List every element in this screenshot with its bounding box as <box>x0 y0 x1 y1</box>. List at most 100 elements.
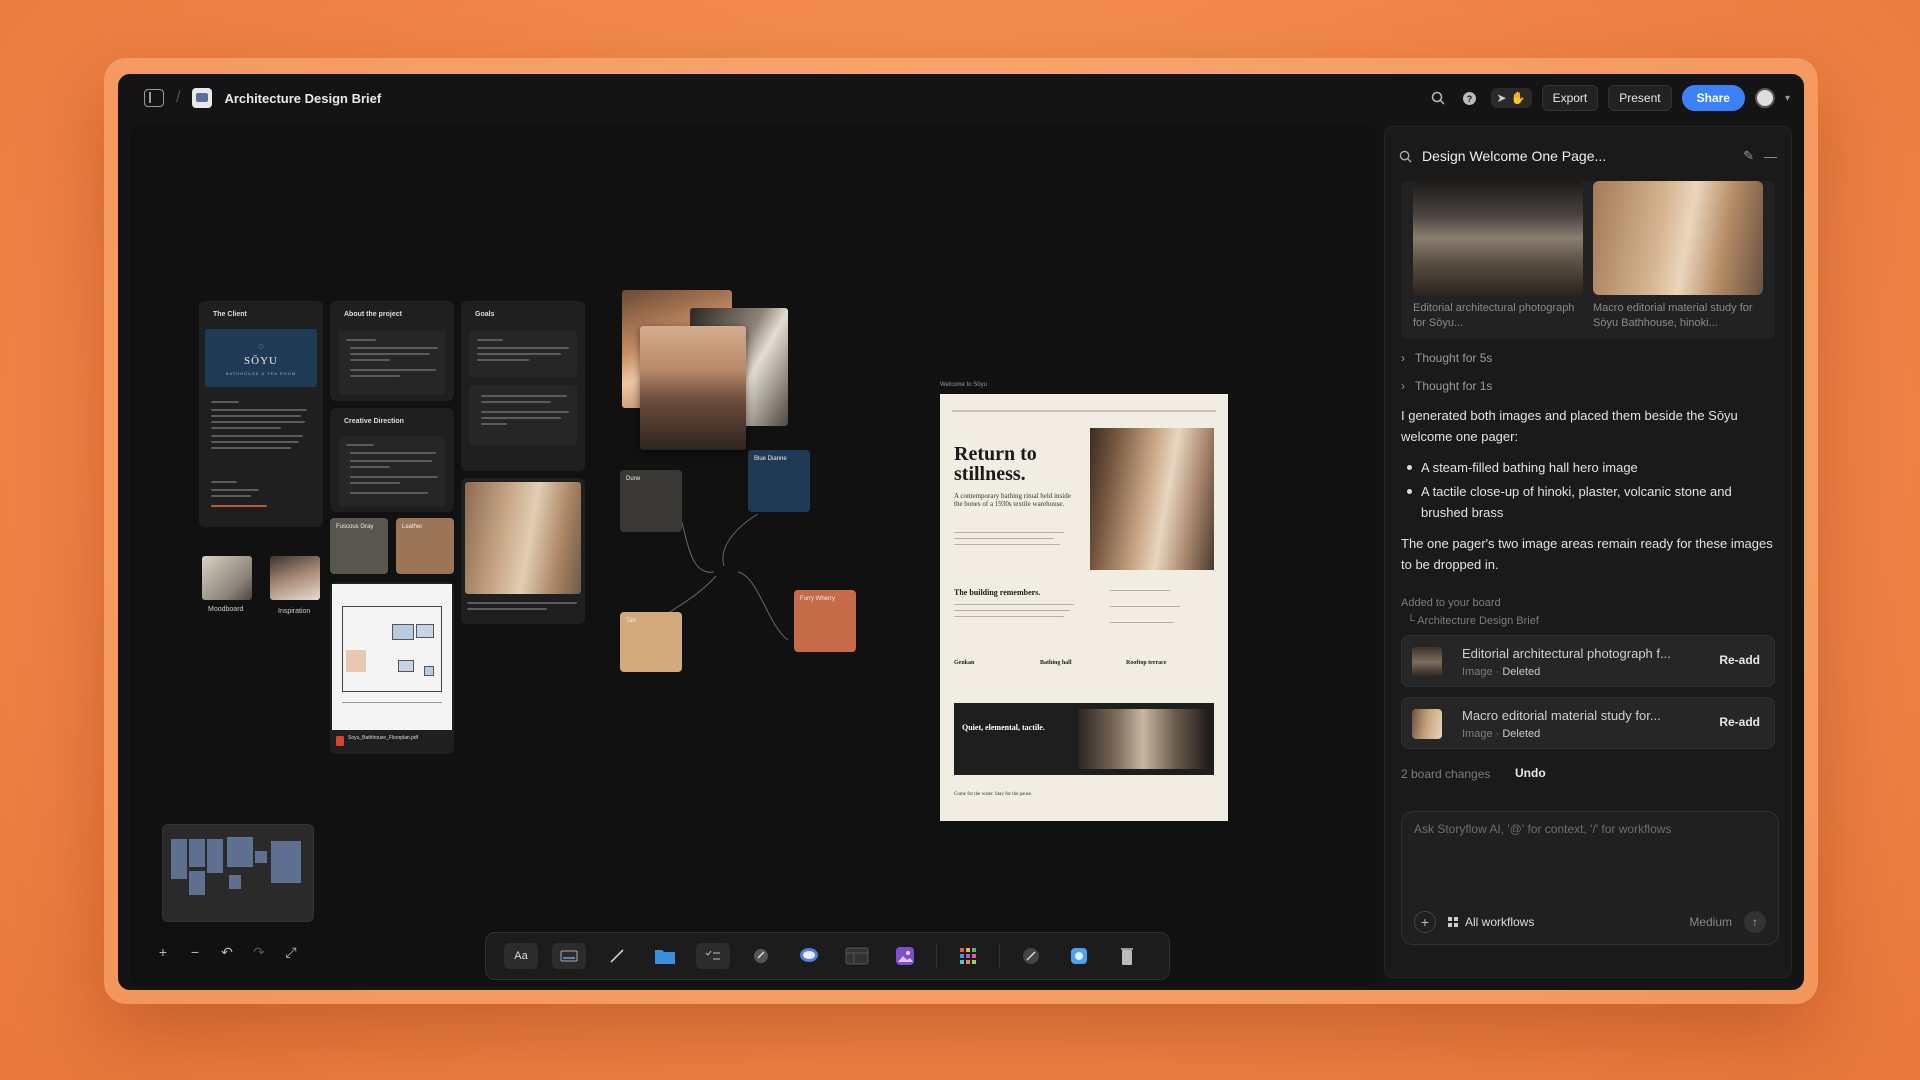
swatch-label: Furry Wherry <box>800 596 835 602</box>
image-gen-icon[interactable] <box>888 943 922 969</box>
chat-composer[interactable]: Ask Storyflow AI, '@' for context, '/' f… <box>1401 811 1779 945</box>
added-board-name: Architecture Design Brief <box>1417 615 1539 627</box>
onepager-secondary-image <box>1078 709 1208 769</box>
thought-toggle[interactable]: › Thought for 5s <box>1401 351 1492 365</box>
share-button[interactable]: Share <box>1681 85 1745 111</box>
folder-icon[interactable] <box>648 943 682 969</box>
board-changes-count: 2 board changes <box>1401 767 1491 781</box>
goals-card[interactable]: Goals <box>461 301 585 471</box>
swatch-furry-wherry[interactable]: Furry Wherry <box>794 590 856 652</box>
swatch-blue-dianne[interactable]: Blue Dianne <box>748 450 810 512</box>
text-line <box>467 602 577 604</box>
re-add-button[interactable]: Re-add <box>1719 653 1760 667</box>
fit-screen-icon[interactable]: ⤢ <box>282 944 300 961</box>
generated-image-hall[interactable] <box>1413 181 1583 295</box>
conversation-title[interactable]: Design Welcome One Page... <box>1422 148 1733 164</box>
text-line <box>481 423 507 425</box>
text-line <box>350 476 438 478</box>
generated-image-material[interactable] <box>1593 181 1763 295</box>
thought-toggle[interactable]: › Thought for 1s <box>1401 379 1492 393</box>
mood-photo-bath[interactable] <box>640 326 746 450</box>
floorplan-card[interactable]: Soyu_Bathhouse_Floorplan.pdf <box>330 582 454 754</box>
trash-icon[interactable] <box>1110 943 1144 969</box>
redo-icon[interactable]: ↷ <box>250 944 268 961</box>
grid-icon <box>1448 916 1458 927</box>
chevron-down-icon[interactable]: ▾ <box>1785 93 1790 104</box>
inspiration-thumbnail[interactable] <box>270 556 320 600</box>
text-line <box>954 610 1070 611</box>
cursor-icon[interactable]: ➤ <box>1497 91 1507 105</box>
all-workflows-label: All workflows <box>1465 915 1535 929</box>
hand-icon[interactable]: ✋ <box>1511 91 1526 105</box>
undo-icon[interactable]: ↶ <box>218 944 236 961</box>
creative-direction-card[interactable]: Creative Direction <box>330 408 454 512</box>
added-board-link[interactable]: └ Architecture Design Brief <box>1407 615 1539 627</box>
checklist-icon[interactable] <box>696 943 730 969</box>
onepager-header-rule <box>952 410 1216 412</box>
interior-photo-card[interactable] <box>461 478 585 624</box>
change-type: Image <box>1462 728 1493 740</box>
welcome-one-pager[interactable]: Return to stillness. A contemporary bath… <box>940 394 1228 821</box>
client-card[interactable]: The Client ◌ SŌYU BATHHOUSE & TEA ROOM <box>199 301 323 527</box>
help-icon[interactable]: ? <box>1459 87 1481 109</box>
swatch-dune[interactable]: Dune <box>620 470 682 532</box>
add-context-button[interactable]: + <box>1414 911 1436 933</box>
search-icon[interactable] <box>1427 87 1449 109</box>
about-project-card[interactable]: About the project <box>330 301 454 401</box>
sketch-icon[interactable] <box>1014 943 1048 969</box>
onepager-col2: Bathing hall <box>1040 660 1072 666</box>
moodboard-thumbnail[interactable] <box>202 556 252 600</box>
swatch-tan[interactable]: Tan <box>620 612 682 672</box>
zoom-out-icon[interactable]: − <box>186 944 204 961</box>
onepager-col3: Rooftop terrace <box>1126 660 1167 666</box>
swatch-leather[interactable]: Leather <box>396 518 454 574</box>
floorplan-filename[interactable]: Soyu_Bathhouse_Floorplan.pdf <box>348 735 418 741</box>
storyflow-ai-icon[interactable] <box>1062 943 1096 969</box>
sidebar-toggle-icon[interactable] <box>144 89 164 107</box>
minimize-icon[interactable]: — <box>1764 149 1777 164</box>
svg-text:?: ? <box>1467 94 1473 104</box>
change-status: Deleted <box>1502 728 1541 740</box>
avatar[interactable] <box>1754 88 1775 108</box>
text-line <box>481 401 551 403</box>
text-line <box>954 532 1064 533</box>
present-button[interactable]: Present <box>1608 85 1672 111</box>
text-line <box>477 359 529 361</box>
export-button[interactable]: Export <box>1541 85 1599 111</box>
swatch-label: Blue Dianne <box>754 456 787 462</box>
minimap[interactable] <box>162 824 314 922</box>
text-line <box>350 369 436 371</box>
chevron-right-icon: › <box>1401 379 1405 393</box>
onepager-footer: Come for the water. Stay for the pause. <box>954 792 1033 797</box>
pen-tool-icon[interactable] <box>600 943 634 969</box>
all-workflows-button[interactable]: All workflows <box>1448 915 1677 929</box>
table-icon[interactable] <box>840 943 874 969</box>
text-line <box>350 482 400 484</box>
chat-input-placeholder[interactable]: Ask Storyflow AI, '@' for context, '/' f… <box>1414 822 1671 836</box>
text-tool[interactable]: Aa <box>504 943 538 969</box>
text-line <box>481 417 561 419</box>
send-arrow-icon[interactable]: ↑ <box>1744 911 1766 933</box>
link-icon[interactable] <box>744 943 778 969</box>
undo-button[interactable]: Undo <box>1515 766 1546 780</box>
search-icon[interactable] <box>1399 150 1412 163</box>
doc-title[interactable]: Architecture Design Brief <box>224 91 381 106</box>
inspiration-label: Inspiration <box>278 608 311 615</box>
cursor-mode-group: ➤ ✋ <box>1490 88 1532 108</box>
floorplan-room <box>392 624 414 640</box>
text-line <box>350 466 390 468</box>
onepager-title: Return to stillness. <box>954 443 1037 485</box>
comment-icon[interactable] <box>792 943 826 969</box>
re-add-button[interactable]: Re-add <box>1719 715 1760 729</box>
swatch-fuscous-gray[interactable]: Fuscous Gray <box>330 518 388 574</box>
text-line <box>954 538 1054 539</box>
objective-subcard <box>469 331 577 377</box>
change-meta: Image · Deleted <box>1462 666 1541 678</box>
assistant-message: I generated both images and placed them … <box>1401 408 1738 444</box>
apps-grid-icon[interactable] <box>951 943 985 969</box>
new-chat-icon[interactable]: ✎ <box>1743 148 1754 164</box>
board-canvas[interactable]: The Client ◌ SŌYU BATHHOUSE & TEA ROOM A… <box>130 126 1376 986</box>
model-selector[interactable]: Medium <box>1689 915 1732 929</box>
zoom-in-icon[interactable]: + <box>154 944 172 961</box>
card-tool-icon[interactable] <box>552 943 586 969</box>
